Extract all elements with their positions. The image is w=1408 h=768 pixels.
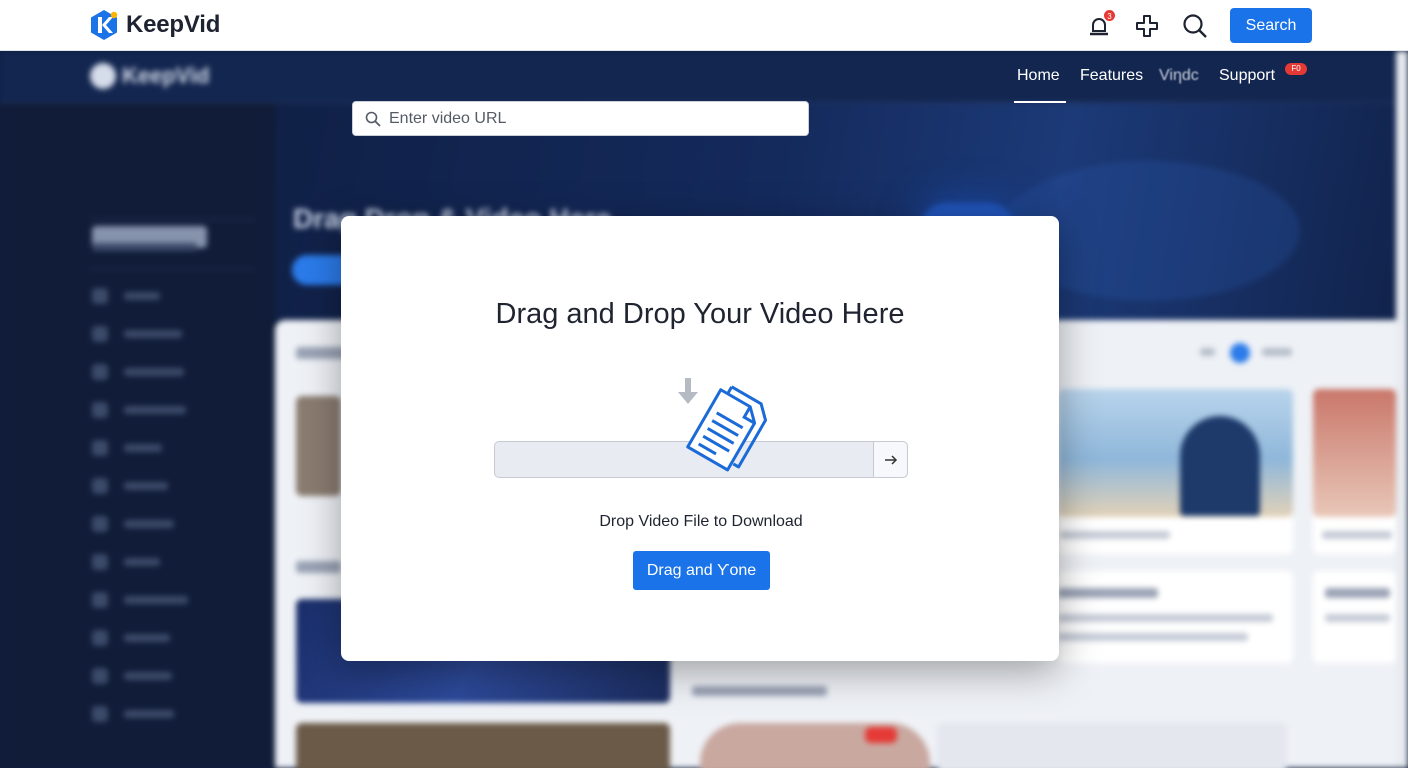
bg-sidebar-row — [92, 364, 252, 380]
bg-section-heading — [296, 561, 341, 573]
bg-sidebar-row — [92, 706, 252, 722]
nav-video[interactable]: Viηdϲ — [1159, 67, 1199, 85]
drop-label: Drop Video File to Download — [599, 513, 803, 530]
bg-sidebar-row — [92, 516, 252, 532]
bg-section-heading — [692, 686, 827, 696]
bg-card-text — [1058, 614, 1273, 622]
notification-badge: 3 — [1103, 8, 1116, 22]
plus-icon — [1136, 14, 1158, 37]
bg-scroll-strip — [1396, 51, 1408, 768]
bg-sidebar-row — [92, 326, 252, 342]
bg-sidebar-row — [92, 630, 252, 646]
bg-thumbnail — [1313, 389, 1396, 517]
nav-home[interactable]: Home — [1017, 67, 1060, 85]
bg-sidebar-divider — [90, 219, 255, 220]
search-icon-button[interactable] — [1182, 13, 1208, 39]
drag-drop-modal: Drag and Drop Your Video Here Drop Video… — [341, 216, 1059, 661]
site-nav: Home Features Viηdϲ Support F0 — [0, 51, 1408, 103]
bg-sidebar-row — [92, 239, 252, 255]
search-button[interactable]: Search — [1230, 8, 1312, 43]
bg-sidebar-row — [92, 668, 252, 684]
bg-card-caption — [1060, 531, 1170, 539]
bg-toggle-label — [1200, 348, 1215, 356]
url-input[interactable] — [389, 109, 799, 128]
bg-card-caption — [1322, 531, 1392, 539]
bg-sidebar-row — [92, 402, 252, 418]
bg-sidebar-row — [92, 440, 252, 456]
app-top-bar: KeepVid 3 Search — [0, 0, 1408, 51]
keepvid-logo-icon — [91, 10, 118, 40]
add-button[interactable] — [1134, 13, 1160, 39]
bg-badge — [865, 727, 897, 743]
bg-card-text — [1058, 633, 1248, 641]
bg-sidebar-row — [92, 592, 252, 608]
bg-card-title — [1325, 588, 1390, 598]
bg-sidebar-row — [92, 288, 252, 304]
submit-arrow-button[interactable] — [873, 442, 907, 477]
drag-zone-button[interactable]: Drag and Ƴone — [633, 551, 770, 590]
brand-name: KeepVid — [126, 11, 221, 38]
bg-thumbnail-person — [1180, 416, 1260, 516]
bg-sidebar-row — [92, 478, 252, 494]
nav-active-indicator — [1014, 101, 1066, 103]
url-search-box[interactable] — [352, 101, 809, 136]
search-icon — [1183, 13, 1207, 38]
search-icon — [365, 111, 381, 127]
bg-thumbnail — [296, 723, 670, 768]
brand[interactable]: KeepVid — [88, 9, 220, 41]
modal-title: Drag and Drop Your Video Here — [495, 298, 905, 330]
bg-card-text — [1325, 614, 1390, 622]
support-badge: F0 — [1285, 63, 1307, 75]
document-icon — [686, 385, 768, 472]
bg-sidebar-divider — [90, 269, 255, 270]
nav-support[interactable]: Support — [1219, 67, 1275, 85]
bg-card-title — [1058, 588, 1158, 598]
bg-thumbnail — [296, 396, 341, 496]
bg-sidebar-row — [92, 554, 252, 570]
bg-thumbnail — [937, 723, 1287, 768]
nav-features[interactable]: Features — [1080, 67, 1143, 85]
bg-toggle-label — [1262, 348, 1292, 356]
top-actions: 3 Search — [1086, 8, 1312, 43]
bg-toggle — [1230, 343, 1250, 363]
arrow-right-icon — [884, 454, 897, 465]
bg-section-heading — [296, 347, 346, 359]
notifications-button[interactable]: 3 — [1086, 8, 1116, 39]
